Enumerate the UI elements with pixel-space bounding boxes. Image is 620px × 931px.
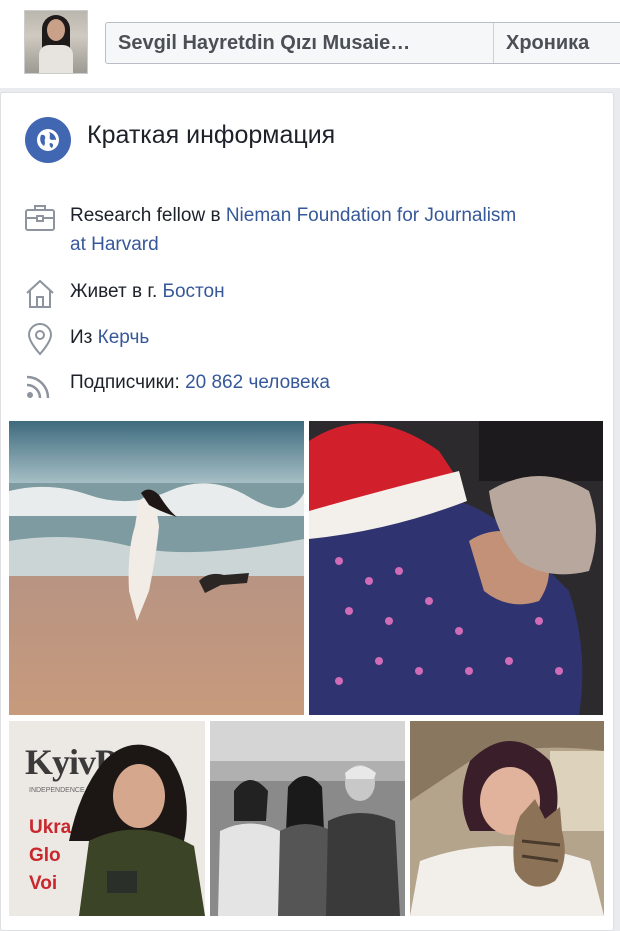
- map-pin-icon: [27, 323, 53, 356]
- photo-beach[interactable]: [9, 421, 304, 715]
- kyiv-post-woman: [69, 744, 205, 916]
- photo-kyiv-post[interactable]: KyivPost INDEPENDENCE. COMMUNITY. Ukra G…: [9, 721, 205, 916]
- globe-icon: [25, 117, 71, 163]
- intro-title: Краткая информация: [87, 121, 336, 149]
- rss-icon: [26, 375, 50, 399]
- from-link[interactable]: Керчь: [98, 327, 150, 348]
- lives-link[interactable]: Бостон: [163, 281, 225, 302]
- profile-avatar[interactable]: [24, 10, 88, 74]
- lives-prefix: Живет в г.: [70, 281, 163, 302]
- profile-name-link[interactable]: Sevgil Hayretdin Qızı Musaie…: [118, 23, 486, 63]
- tab-timeline[interactable]: Хроника: [506, 23, 589, 63]
- profile-header: Sevgil Hayretdin Qızı Musaie… Хроника: [0, 0, 620, 88]
- briefcase-icon: [25, 205, 55, 231]
- followers-prefix: Подписчики:: [70, 372, 186, 393]
- work-prefix: Research fellow в: [70, 205, 226, 226]
- divider: [493, 23, 494, 63]
- home-icon: [26, 279, 54, 308]
- intro-card: Краткая информация Research fellow в Nie…: [0, 92, 614, 931]
- profile-name-bar: Sevgil Hayretdin Qızı Musaie… Хроника: [105, 22, 620, 64]
- photo-group-bw[interactable]: [210, 721, 405, 916]
- photo-santa-hat[interactable]: [309, 421, 603, 715]
- photo-cat[interactable]: [410, 721, 604, 916]
- followers-link[interactable]: 20 862 человека: [185, 372, 330, 393]
- from-prefix: Из: [70, 327, 98, 348]
